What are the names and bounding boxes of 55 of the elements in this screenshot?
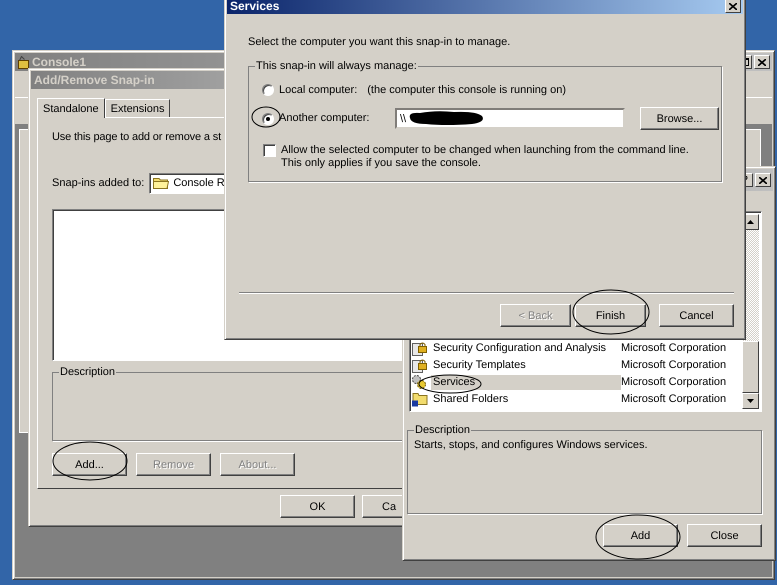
tab[interactable]: Standalone xyxy=(37,98,105,118)
close-button[interactable]: Close xyxy=(687,524,762,547)
vendor-name: Microsoft Corporation xyxy=(621,376,726,389)
gear-icon xyxy=(412,375,427,390)
tab[interactable]: Extensions xyxy=(104,99,170,117)
option-note: (the computer this console is running on) xyxy=(367,84,566,96)
radio-button[interactable] xyxy=(262,84,274,96)
checkbox[interactable] xyxy=(263,144,276,157)
shared-folder-icon xyxy=(412,392,428,406)
cancel-button[interactable]: Cancel xyxy=(659,304,734,327)
close-icon xyxy=(729,2,737,10)
prompt-text: Select the computer you want this snap-in to manage. xyxy=(248,36,512,49)
intro-text: Use this page to add or remove a st xyxy=(52,131,222,144)
group-label: This snap-in will always manage: xyxy=(255,60,418,73)
locked-document-icon xyxy=(412,358,427,372)
snapin-row[interactable]: Security Configuration and Analysis Microsoft Corporation xyxy=(412,340,742,357)
snapin-row[interactable]: Services Microsoft Corporation xyxy=(412,374,742,391)
snapin-name: Security Templates xyxy=(432,358,527,373)
field-label: Snap-ins added to: xyxy=(52,177,144,190)
locked-document-icon xyxy=(412,342,427,356)
radio-button[interactable] xyxy=(262,112,274,124)
console-icon xyxy=(18,56,29,68)
checkbox-label[interactable]: Allow the selected computer to be changed when launching from the command line. This only applies if you save the console. xyxy=(281,144,711,170)
annotation-circle xyxy=(252,106,280,128)
vendor-name: Microsoft Corporation xyxy=(621,359,726,372)
snapin-name: Shared Folders xyxy=(432,392,510,407)
close-button[interactable] xyxy=(725,0,741,13)
ok-button[interactable]: OK xyxy=(280,495,355,518)
radio-label[interactable]: Another computer: xyxy=(279,112,390,125)
computer-field[interactable]: \\ xyxy=(395,108,625,129)
window-title: Services xyxy=(230,0,280,12)
snapin-row[interactable]: Security Templates Microsoft Corporation xyxy=(412,357,742,374)
vendor-name: Microsoft Corporation xyxy=(621,393,726,406)
close-button[interactable] xyxy=(755,173,771,187)
add-button[interactable]: Add... xyxy=(52,453,127,476)
down-arrow-icon xyxy=(747,399,754,403)
group-label: Description xyxy=(59,366,116,379)
window-title: Console1 xyxy=(32,56,86,68)
close-icon xyxy=(759,176,767,184)
annotation-circle xyxy=(418,374,482,394)
vendor-name: Microsoft Corporation xyxy=(621,342,726,355)
description-text: Starts, stops, and configures Windows services. xyxy=(414,439,648,451)
snapin-name: Services xyxy=(431,375,621,390)
folder-icon xyxy=(153,178,170,189)
add-button[interactable]: Add xyxy=(603,524,678,547)
finish-button[interactable]: Finish xyxy=(575,304,646,327)
close-icon xyxy=(758,58,766,66)
up-arrow-icon xyxy=(747,220,754,224)
browse-button[interactable]: Browse... xyxy=(640,107,719,130)
radio-label[interactable]: Local computer: xyxy=(279,84,358,96)
snapin-row[interactable]: Shared Folders Microsoft Corporation xyxy=(412,391,742,408)
snapin-name: Security Configuration and Analysis xyxy=(432,341,608,356)
close-button[interactable] xyxy=(754,55,770,69)
group-label: Description xyxy=(414,424,472,437)
window-title: Add/Remove Snap-in xyxy=(34,74,155,86)
